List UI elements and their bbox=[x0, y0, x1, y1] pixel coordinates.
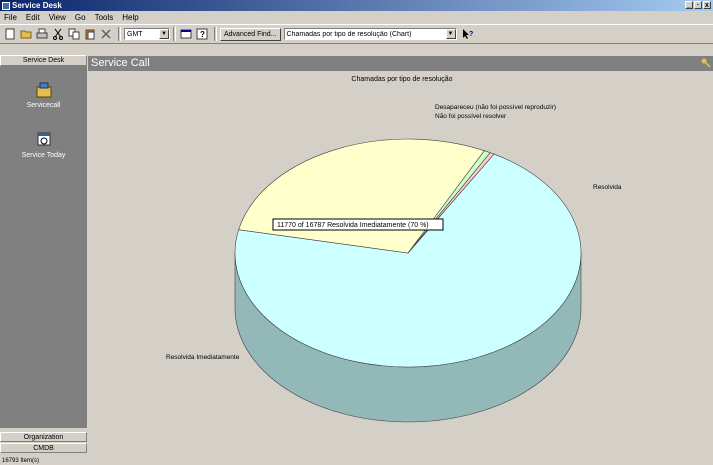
chart-panel: Chamadas por tipo de resolução Resolvida… bbox=[88, 71, 713, 458]
timezone-value: GMT bbox=[127, 30, 143, 38]
maximize-button[interactable]: · bbox=[694, 1, 702, 9]
paste-icon[interactable] bbox=[83, 27, 97, 41]
copy-icon[interactable] bbox=[67, 27, 81, 41]
menu-file[interactable]: File bbox=[4, 11, 17, 24]
sidebar-item-label: Servicecall bbox=[26, 102, 61, 109]
pie-slice-label: Resolvida Imediatamente bbox=[166, 354, 240, 361]
sidebar: Servicecall Service Today bbox=[0, 66, 87, 428]
content-header: Service Call bbox=[88, 56, 713, 71]
sidebar-header[interactable]: Service Desk bbox=[0, 55, 87, 66]
sidebar-organization-button[interactable]: Organization bbox=[0, 432, 87, 442]
menu-view[interactable]: View bbox=[49, 11, 66, 24]
pie-slice-label: Desapareceu (não foi possível reproduzir… bbox=[435, 104, 556, 111]
help-icon[interactable]: ? bbox=[195, 27, 209, 41]
menu-tools[interactable]: Tools bbox=[95, 11, 114, 24]
sidebar-cmdb-button[interactable]: CMDB bbox=[0, 443, 87, 453]
view-select[interactable]: Chamadas por tipo de resolução (Chart) ▼ bbox=[283, 28, 457, 40]
pie-slice-label: Não foi possível resolver bbox=[435, 113, 507, 120]
window-title: Service Desk bbox=[12, 1, 62, 10]
pie-slice-label: Resolvida bbox=[593, 184, 622, 191]
timezone-select[interactable]: GMT ▼ bbox=[124, 28, 170, 40]
advanced-find-button[interactable]: Advanced Find... bbox=[220, 27, 281, 41]
menu-go[interactable]: Go bbox=[75, 11, 86, 24]
new-icon[interactable] bbox=[3, 27, 17, 41]
menu-help[interactable]: Help bbox=[122, 11, 138, 24]
cut-icon[interactable] bbox=[51, 27, 65, 41]
title-bar: Service Desk _ · x bbox=[0, 0, 713, 11]
toolbar: GMT ▼ ? Advanced Find... Chamadas por ti… bbox=[0, 24, 713, 44]
whats-this-help-icon[interactable]: ? bbox=[461, 27, 475, 41]
window-icon[interactable] bbox=[179, 27, 193, 41]
menu-bar: File Edit View Go Tools Help bbox=[0, 11, 713, 24]
toolbar-separator bbox=[214, 27, 217, 41]
delete-icon[interactable] bbox=[99, 27, 113, 41]
keys-icon bbox=[701, 58, 711, 68]
minimize-button[interactable]: _ bbox=[685, 1, 693, 9]
pie-chart: Chamadas por tipo de resolução Resolvida… bbox=[166, 76, 622, 423]
toolbar-separator bbox=[173, 27, 176, 41]
open-folder-icon[interactable] bbox=[19, 27, 33, 41]
service-today-icon bbox=[34, 131, 54, 149]
sidebar-item-service-today[interactable]: Service Today bbox=[0, 131, 87, 159]
chart-tooltip-text: 11770 of 16787 Resolvida Imediatamente (… bbox=[277, 222, 429, 229]
chart-title: Chamadas por tipo de resolução bbox=[351, 76, 452, 83]
svg-text:?: ? bbox=[469, 31, 473, 38]
chart-tooltip: 11770 of 16787 Resolvida Imediatamente (… bbox=[272, 218, 444, 231]
status-text: 16793 Item(s) bbox=[2, 458, 40, 464]
chevron-down-icon[interactable]: ▼ bbox=[445, 29, 456, 39]
page-title: Service Call bbox=[91, 57, 150, 69]
chevron-down-icon[interactable]: ▼ bbox=[159, 29, 169, 39]
sidebar-item-label: Service Today bbox=[21, 152, 66, 159]
window-controls: _ · x bbox=[685, 1, 711, 9]
status-bar: 16793 Item(s) bbox=[0, 458, 713, 465]
menu-edit[interactable]: Edit bbox=[26, 11, 40, 24]
view-select-value: Chamadas por tipo de resolução (Chart) bbox=[286, 30, 412, 38]
print-icon[interactable] bbox=[35, 27, 49, 41]
sidebar-item-servicecall[interactable]: Servicecall bbox=[0, 81, 87, 109]
toolbar-separator bbox=[118, 27, 121, 41]
app-icon bbox=[2, 1, 10, 10]
close-button[interactable]: x bbox=[703, 1, 711, 9]
service-call-icon bbox=[34, 81, 54, 99]
svg-text:?: ? bbox=[200, 30, 205, 39]
